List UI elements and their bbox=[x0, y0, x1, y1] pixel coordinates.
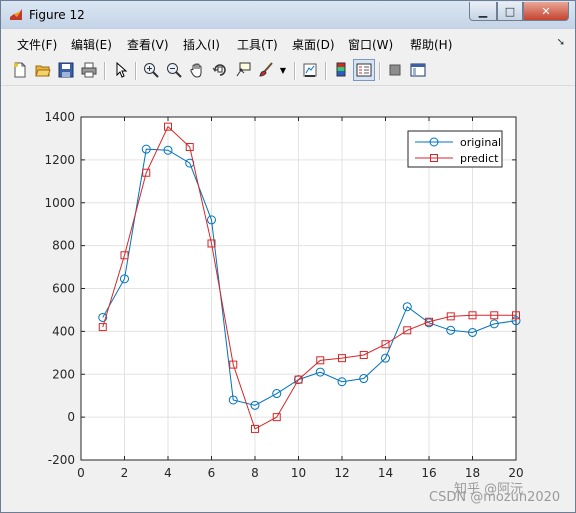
y-tick-label: 1000 bbox=[44, 196, 75, 210]
toolbar-separator bbox=[135, 62, 137, 80]
y-tick-label: 600 bbox=[52, 282, 75, 296]
hide-plot-tools-button[interactable] bbox=[386, 61, 404, 79]
insert-colorbar-button[interactable] bbox=[332, 61, 350, 79]
brush-dropdown-button[interactable]: ▼ bbox=[278, 61, 288, 79]
rotate-3d-icon bbox=[212, 64, 226, 76]
show-plot-tools-icon bbox=[410, 63, 426, 77]
legend-icon bbox=[356, 63, 372, 77]
y-tick-label: 200 bbox=[52, 367, 75, 381]
legend-label-predict: predict bbox=[460, 152, 499, 165]
menu-insert[interactable]: 插入(I) bbox=[183, 36, 220, 53]
menu-help[interactable]: 帮助(H) bbox=[410, 36, 452, 53]
matlab-logo-icon bbox=[10, 9, 22, 20]
y-tick-label: 1200 bbox=[44, 153, 75, 167]
link-plot-icon bbox=[303, 63, 317, 77]
figure-window: Figure 12 ▁ □ ✕ 文件(F) 编辑(E) 查看(V) 插入(I) … bbox=[0, 0, 576, 513]
x-tick-label: 4 bbox=[164, 466, 172, 480]
menu-dock-arrow-icon[interactable]: ➘ bbox=[557, 37, 565, 48]
open-folder-icon bbox=[35, 65, 51, 77]
close-icon: ✕ bbox=[541, 4, 551, 18]
menu-desktop[interactable]: 桌面(D) bbox=[292, 36, 335, 53]
menu-file[interactable]: 文件(F) bbox=[17, 36, 57, 53]
window-title: Figure 12 bbox=[29, 8, 85, 22]
show-plot-tools-button[interactable] bbox=[409, 61, 427, 79]
maximize-button[interactable]: □ bbox=[497, 2, 523, 21]
figure-toolbar: ▼ bbox=[1, 57, 575, 86]
x-tick-label: 8 bbox=[251, 466, 259, 480]
colorbar-icon bbox=[336, 62, 346, 77]
edit-plot-button[interactable] bbox=[112, 61, 130, 79]
pan-hand-icon bbox=[190, 63, 202, 78]
link-plot-button[interactable] bbox=[301, 61, 319, 79]
insert-legend-button[interactable] bbox=[353, 59, 375, 81]
save-button[interactable] bbox=[57, 61, 75, 79]
y-tick-label: -200 bbox=[48, 453, 75, 467]
minimize-button[interactable]: ▁ bbox=[469, 2, 497, 21]
x-tick-label: 6 bbox=[208, 466, 216, 480]
csdn-watermark: CSDN @mozun2020 bbox=[429, 490, 561, 505]
zoom-in-button[interactable] bbox=[142, 61, 160, 79]
x-tick-label: 0 bbox=[77, 466, 85, 480]
data-cursor-button[interactable] bbox=[234, 61, 252, 79]
pan-button[interactable] bbox=[188, 61, 206, 79]
data-cursor-icon bbox=[236, 62, 251, 77]
window-controls: ▁ □ ✕ bbox=[469, 2, 569, 21]
maximize-icon: □ bbox=[504, 4, 516, 18]
toolbar-separator bbox=[294, 62, 296, 80]
y-tick-label: 1400 bbox=[44, 110, 75, 124]
zoom-out-button[interactable] bbox=[165, 61, 183, 79]
menu-bar: 文件(F) 编辑(E) 查看(V) 插入(I) 工具(T) 桌面(D) 窗口(W… bbox=[1, 31, 575, 55]
chevron-down-icon: ▼ bbox=[279, 65, 287, 75]
new-figure-icon bbox=[14, 62, 26, 78]
toolbar-separator bbox=[325, 62, 327, 80]
brush-button[interactable] bbox=[257, 61, 275, 79]
x-tick-label: 12 bbox=[334, 466, 349, 480]
menu-edit[interactable]: 编辑(E) bbox=[71, 36, 112, 53]
new-figure-button[interactable] bbox=[11, 61, 29, 79]
figure-canvas: 0 2 4 6 8 10 12 14 16 18 20 -200 0 200 400 600 800 1000 12… bbox=[1, 87, 575, 512]
rotate-3d-button[interactable] bbox=[211, 61, 229, 79]
minimize-icon: ▁ bbox=[478, 4, 488, 18]
menu-window[interactable]: 窗口(W) bbox=[348, 36, 393, 53]
print-icon bbox=[81, 62, 97, 78]
y-tick-label: 800 bbox=[52, 239, 75, 253]
hide-plot-tools-icon bbox=[389, 64, 401, 76]
line-chart[interactable]: 0 2 4 6 8 10 12 14 16 18 20-2000200400600800100012… bbox=[1, 87, 575, 512]
y-tick-label: 400 bbox=[52, 324, 75, 338]
open-file-button[interactable] bbox=[34, 61, 52, 79]
legend-label-original: original bbox=[460, 136, 501, 149]
save-icon bbox=[58, 62, 74, 78]
zoom-in-icon bbox=[144, 63, 159, 78]
title-bar[interactable]: Figure 12 ▁ □ ✕ bbox=[1, 1, 575, 29]
zoom-out-icon bbox=[167, 63, 182, 78]
toolbar-separator bbox=[104, 62, 106, 80]
x-tick-label: 2 bbox=[121, 466, 129, 480]
brush-icon bbox=[259, 62, 273, 77]
x-tick-label: 16 bbox=[421, 466, 436, 480]
menu-view[interactable]: 查看(V) bbox=[127, 36, 169, 53]
y-tick-label: 0 bbox=[67, 410, 75, 424]
x-tick-label: 14 bbox=[378, 466, 393, 480]
close-button[interactable]: ✕ bbox=[523, 2, 569, 21]
menu-tools[interactable]: 工具(T) bbox=[237, 36, 278, 53]
print-button[interactable] bbox=[80, 61, 98, 79]
toolbar-separator bbox=[379, 62, 381, 80]
x-tick-label: 10 bbox=[291, 466, 306, 480]
pointer-icon bbox=[116, 62, 128, 78]
